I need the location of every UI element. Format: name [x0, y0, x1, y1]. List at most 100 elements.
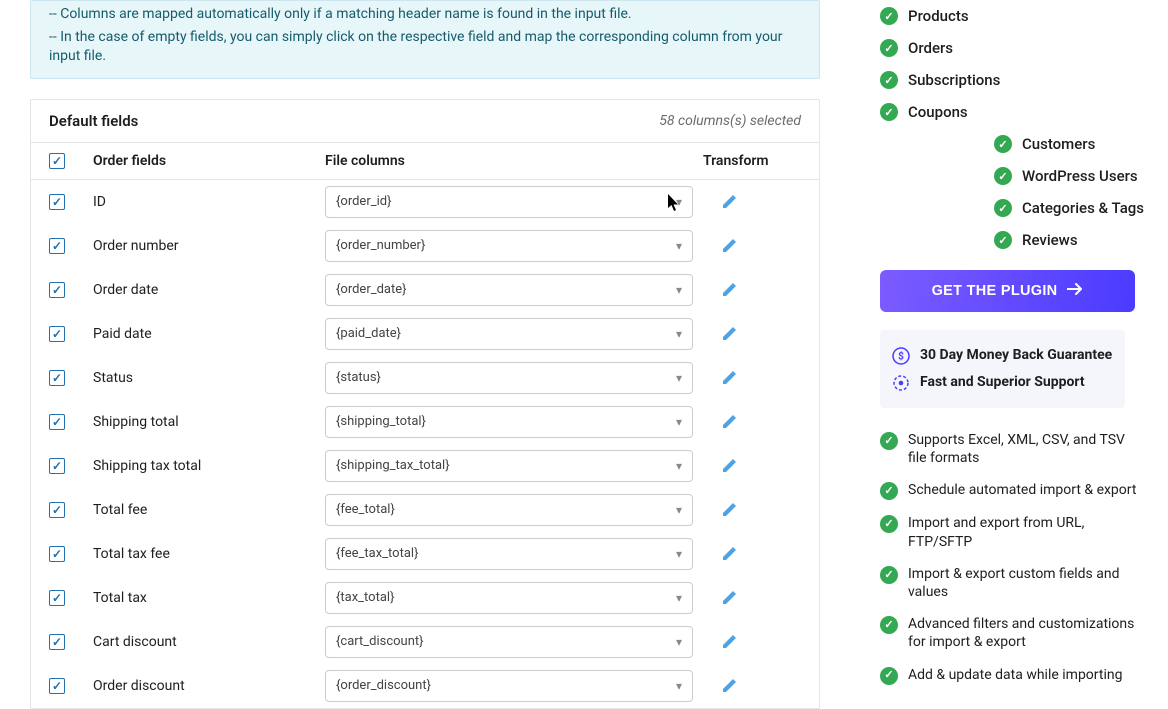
benefit-item: ✓ Import & export custom fields and value… — [880, 558, 1147, 608]
file-column-select[interactable]: {fee_tax_total}▾ — [325, 538, 693, 570]
col-header-transform: Transform — [703, 153, 801, 169]
table-row: Total fee{fee_total}▾ — [31, 488, 819, 532]
order-field-label: Total fee — [93, 502, 325, 518]
col-header-order-fields: Order fields — [93, 153, 325, 169]
table-row: Total tax fee{fee_tax_total}▾ — [31, 532, 819, 576]
row-checkbox[interactable] — [49, 370, 65, 386]
file-column-value: {order_date} — [336, 282, 407, 297]
feature-label: Orders — [908, 39, 953, 57]
check-circle-icon: ✓ — [880, 7, 898, 25]
row-checkbox[interactable] — [49, 326, 65, 342]
chevron-down-icon: ▾ — [676, 371, 682, 385]
master-checkbox[interactable] — [49, 153, 65, 169]
file-column-select[interactable]: {order_number}▾ — [325, 230, 693, 262]
feature-label: WordPress Users — [1022, 167, 1138, 185]
file-column-select[interactable]: {order_id} ▾ — [325, 186, 693, 218]
file-column-value: {order_id} — [336, 194, 392, 209]
edit-icon[interactable] — [721, 194, 737, 210]
chevron-down-icon: ▾ — [676, 283, 682, 297]
order-field-label: ID — [93, 194, 325, 210]
edit-icon[interactable] — [721, 634, 737, 650]
edit-icon[interactable] — [721, 678, 737, 694]
edit-icon[interactable] — [721, 238, 737, 254]
svg-text:$: $ — [898, 350, 904, 363]
fields-section-title: Default fields — [49, 112, 138, 130]
check-circle-icon: ✓ — [880, 482, 898, 500]
check-circle-icon: ✓ — [880, 566, 898, 584]
sidebar-feature-item: ✓ Products — [880, 0, 1147, 32]
file-column-select[interactable]: {paid_date}▾ — [325, 318, 693, 350]
table-row: Shipping tax total {shipping_tax_total} ▾ — [31, 444, 819, 488]
sidebar-feature-item: ✓ Categories & Tags — [880, 192, 1147, 224]
benefit-item: ✓Import and export from URL, FTP/SFTP — [880, 507, 1147, 557]
info-line-2: -- In the case of empty fields, you can … — [49, 28, 801, 66]
row-checkbox[interactable] — [49, 634, 65, 650]
file-column-select[interactable]: {cart_discount}▾ — [325, 626, 693, 658]
file-column-select[interactable]: {tax_total}▾ — [325, 582, 693, 614]
row-checkbox[interactable] — [49, 546, 65, 562]
check-circle-icon: ✓ — [880, 39, 898, 57]
check-circle-icon: ✓ — [994, 135, 1012, 153]
chevron-down-icon: ▾ — [676, 239, 682, 253]
order-field-label: Shipping tax total — [93, 458, 325, 474]
check-circle-icon: ✓ — [880, 71, 898, 89]
benefit-item: ✓Schedule automated import & export — [880, 474, 1147, 507]
sidebar-feature-item: ✓Subscriptions — [880, 64, 1147, 96]
table-row: Paid date{paid_date}▾ — [31, 312, 819, 356]
file-column-select[interactable]: {status}▾ — [325, 362, 693, 394]
file-column-value: {shipping_tax_total} — [336, 458, 450, 473]
row-checkbox[interactable] — [49, 678, 65, 694]
edit-icon[interactable] — [721, 502, 737, 518]
benefit-label: Advanced filters and customizations for … — [908, 615, 1147, 651]
row-checkbox[interactable] — [49, 238, 65, 254]
table-row: Order date{order_date}▾ — [31, 268, 819, 312]
info-box: -- Columns are mapped automatically only… — [30, 0, 820, 79]
chevron-down-icon: ▾ — [676, 195, 682, 209]
benefit-label: Import and export from URL, FTP/SFTP — [908, 514, 1147, 550]
check-circle-icon: ✓ — [880, 432, 898, 450]
edit-icon[interactable] — [721, 590, 737, 606]
row-checkbox[interactable] — [49, 194, 65, 210]
get-plugin-button[interactable]: GET THE PLUGIN — [880, 270, 1135, 312]
order-field-label: Total tax — [93, 590, 325, 606]
edit-icon[interactable] — [721, 546, 737, 562]
order-field-label: Shipping total — [93, 414, 325, 430]
row-checkbox[interactable] — [49, 414, 65, 430]
row-checkbox[interactable] — [49, 502, 65, 518]
row-checkbox[interactable] — [49, 458, 65, 474]
default-fields-card: Default fields 58 columns(s) selected Or… — [30, 99, 820, 709]
chevron-down-icon: ▾ — [676, 459, 682, 473]
col-header-file-columns: File columns — [325, 153, 703, 169]
sidebar-feature-item: ✓Customers — [880, 128, 1147, 160]
benefit-item: ✓Add & update data while importing — [880, 659, 1147, 692]
row-checkbox[interactable] — [49, 590, 65, 606]
check-circle-icon: ✓ — [994, 199, 1012, 217]
check-circle-icon: ✓ — [880, 103, 898, 121]
file-column-value: {shipping_total} — [336, 414, 426, 429]
support-icon — [892, 374, 910, 392]
file-column-value: {paid_date} — [336, 326, 401, 341]
edit-icon[interactable] — [721, 326, 737, 342]
file-column-select[interactable]: {order_date} ▾ — [325, 274, 693, 306]
chevron-down-icon: ▾ — [676, 503, 682, 517]
file-column-select[interactable]: {order_discount}▾ — [325, 670, 693, 702]
feature-label: Categories & Tags — [1022, 199, 1144, 217]
edit-icon[interactable] — [721, 282, 737, 298]
edit-icon[interactable] — [721, 370, 737, 386]
file-column-select[interactable]: {fee_total}▾ — [325, 494, 693, 526]
order-field-label: Cart discount — [93, 634, 325, 650]
feature-label: Coupons — [908, 103, 968, 121]
edit-icon[interactable] — [721, 458, 737, 474]
feature-label: Products — [908, 7, 969, 25]
file-column-select[interactable]: {shipping_tax_total} ▾ — [325, 450, 693, 482]
row-checkbox[interactable] — [49, 282, 65, 298]
info-line-1: -- Columns are mapped automatically only… — [49, 5, 801, 24]
file-column-value: {tax_total} — [336, 590, 394, 605]
edit-icon[interactable] — [721, 414, 737, 430]
file-column-value: {fee_tax_total} — [336, 546, 418, 561]
file-column-select[interactable]: {shipping_total}▾ — [325, 406, 693, 438]
sidebar-feature-item: ✓Reviews — [880, 224, 1147, 256]
fields-selected-count: 58 columns(s) selected — [659, 113, 801, 129]
table-row: Order number{order_number}▾ — [31, 224, 819, 268]
benefit-label: Import & export custom fields and values — [908, 565, 1147, 601]
